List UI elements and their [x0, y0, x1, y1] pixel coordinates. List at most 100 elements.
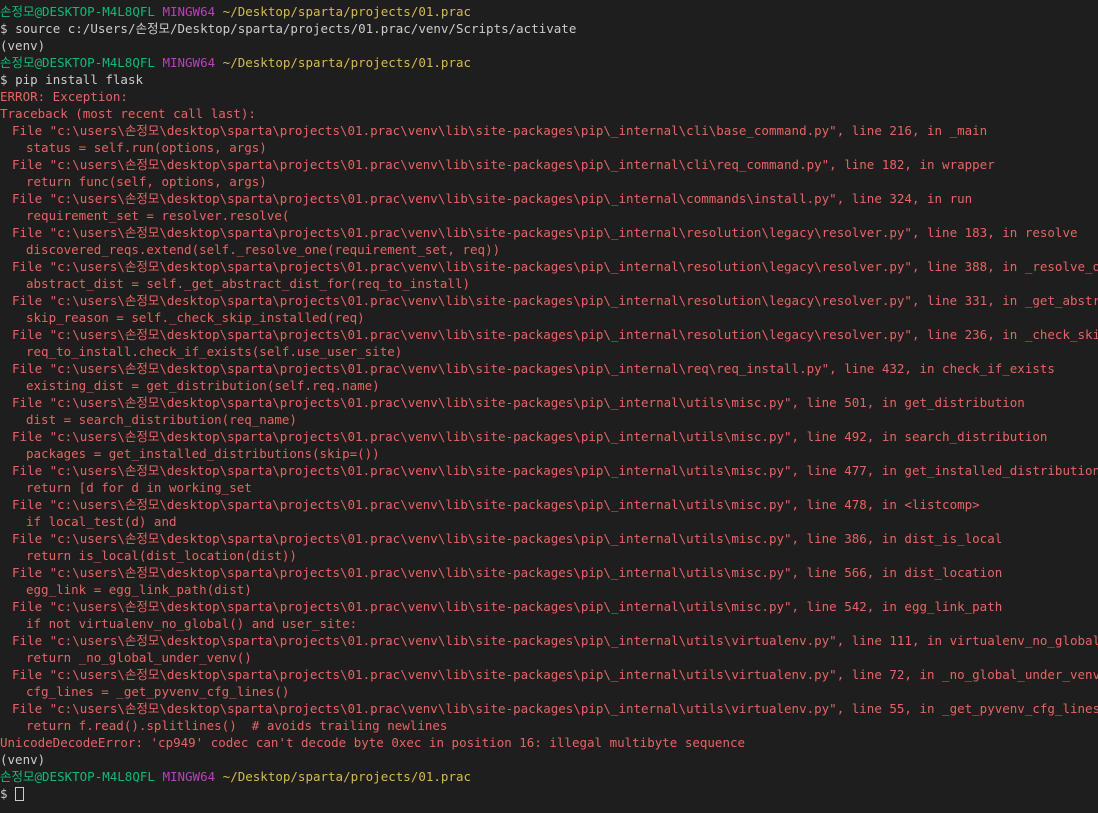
traceback-code-line: dist = search_distribution(req_name) — [0, 411, 1098, 428]
traceback-code-line: abstract_dist = self._get_abstract_dist_… — [0, 275, 1098, 292]
traceback-code-text: existing_dist = get_distribution(self.re… — [26, 378, 380, 393]
text-cursor[interactable] — [15, 787, 25, 801]
prompt-cwd: ~/Desktop/sparta/projects/01.prac — [222, 4, 472, 19]
traceback-file-line: File "c:\users\손정모\desktop\sparta\projec… — [0, 122, 1098, 139]
traceback-file-text: File "c:\users\손정모\desktop\sparta\projec… — [12, 123, 988, 138]
traceback-code-text: return _no_global_under_venv() — [26, 650, 252, 665]
traceback-code-text: return is_local(dist_location(dist)) — [26, 548, 297, 563]
terminal-window[interactable]: 손정모@DESKTOP-M4L8QFL MINGW64 ~/Desktop/sp… — [0, 0, 1098, 813]
traceback-file-line: File "c:\users\손정모\desktop\sparta\projec… — [0, 292, 1098, 309]
traceback-file-text: File "c:\users\손정모\desktop\sparta\projec… — [12, 327, 1098, 342]
traceback-code-text: egg_link = egg_link_path(dist) — [26, 582, 252, 597]
traceback-code-text: abstract_dist = self._get_abstract_dist_… — [26, 276, 471, 291]
traceback-code-line: status = self.run(options, args) — [0, 139, 1098, 156]
traceback-file-line: File "c:\users\손정모\desktop\sparta\projec… — [0, 360, 1098, 377]
traceback-file-line: File "c:\users\손정모\desktop\sparta\projec… — [0, 700, 1098, 717]
traceback-file-line: File "c:\users\손정모\desktop\sparta\projec… — [0, 394, 1098, 411]
prompt-msystem: MINGW64 — [162, 55, 216, 70]
traceback-file-line: File "c:\users\손정모\desktop\sparta\projec… — [0, 632, 1098, 649]
traceback-code-text: if not virtualenv_no_global() and user_s… — [26, 616, 358, 631]
traceback-file-line: File "c:\users\손정모\desktop\sparta\projec… — [0, 496, 1098, 513]
traceback-code-line: req_to_install.check_if_exists(self.use_… — [0, 343, 1098, 360]
error-header: ERROR: Exception: — [0, 89, 128, 104]
traceback-file-line: File "c:\users\손정모\desktop\sparta\projec… — [0, 326, 1098, 343]
traceback-file-line: File "c:\users\손정모\desktop\sparta\projec… — [0, 224, 1098, 241]
traceback-file-line: File "c:\users\손정모\desktop\sparta\projec… — [0, 428, 1098, 445]
traceback-file-line: File "c:\users\손정모\desktop\sparta\projec… — [0, 666, 1098, 683]
venv-indicator: (venv) — [0, 752, 46, 767]
traceback-code-text: status = self.run(options, args) — [26, 140, 267, 155]
traceback-code-line: return [d for d in working_set — [0, 479, 1098, 496]
traceback-title: Traceback (most recent call last): — [0, 106, 256, 121]
traceback-code-text: discovered_reqs.extend(self._resolve_one… — [26, 242, 501, 257]
prompt-user-host: 손정모@DESKTOP-M4L8QFL — [0, 55, 155, 70]
traceback-file-line: File "c:\users\손정모\desktop\sparta\projec… — [0, 530, 1098, 547]
traceback-code-line: return _no_global_under_venv() — [0, 649, 1098, 666]
traceback-file-line: File "c:\users\손정모\desktop\sparta\projec… — [0, 598, 1098, 615]
traceback-code-line: egg_link = egg_link_path(dist) — [0, 581, 1098, 598]
command-line: $ pip install flask — [0, 71, 1098, 88]
traceback-code-line: requirement_set = resolver.resolve( — [0, 207, 1098, 224]
command-line: $ source c:/Users/손정모/Desktop/sparta/pro… — [0, 20, 1098, 37]
prompt-symbol: $ — [0, 786, 8, 801]
traceback-file-text: File "c:\users\손정모\desktop\sparta\projec… — [12, 633, 1098, 648]
prompt-user-host: 손정모@DESKTOP-M4L8QFL — [0, 4, 155, 19]
prompt-symbol: $ — [0, 72, 8, 87]
traceback-file-text: File "c:\users\손정모\desktop\sparta\projec… — [12, 565, 1003, 580]
traceback-file-line: File "c:\users\손정모\desktop\sparta\projec… — [0, 462, 1098, 479]
traceback-code-text: return f.read().splitlines() # avoids tr… — [26, 718, 448, 733]
traceback-file-text: File "c:\users\손정모\desktop\sparta\projec… — [12, 191, 973, 206]
traceback-code-line: packages = get_installed_distributions(s… — [0, 445, 1098, 462]
traceback-code-text: skip_reason = self._check_skip_installed… — [26, 310, 365, 325]
prompt-line: 손정모@DESKTOP-M4L8QFL MINGW64 ~/Desktop/sp… — [0, 54, 1098, 71]
input-line[interactable]: $ — [0, 785, 1098, 802]
traceback-code-line: return f.read().splitlines() # avoids tr… — [0, 717, 1098, 734]
traceback-code-text: packages = get_installed_distributions(s… — [26, 446, 380, 461]
traceback-file-text: File "c:\users\손정모\desktop\sparta\projec… — [12, 361, 1055, 376]
command-text: source c:/Users/손정모/Desktop/sparta/proje… — [15, 21, 577, 36]
traceback-code-line: cfg_lines = _get_pyvenv_cfg_lines() — [0, 683, 1098, 700]
traceback-file-text: File "c:\users\손정모\desktop\sparta\projec… — [12, 429, 1048, 444]
prompt-cwd: ~/Desktop/sparta/projects/01.prac — [222, 769, 472, 784]
prompt-symbol: $ — [0, 21, 8, 36]
prompt-user-host: 손정모@DESKTOP-M4L8QFL — [0, 769, 155, 784]
traceback-file-line: File "c:\users\손정모\desktop\sparta\projec… — [0, 564, 1098, 581]
traceback-file-text: File "c:\users\손정모\desktop\sparta\projec… — [12, 667, 1098, 682]
error-final: UnicodeDecodeError: 'cp949' codec can't … — [0, 735, 746, 750]
prompt-msystem: MINGW64 — [162, 4, 216, 19]
traceback-file-text: File "c:\users\손정모\desktop\sparta\projec… — [12, 157, 995, 172]
traceback-code-line: if local_test(d) and — [0, 513, 1098, 530]
traceback-code-text: if local_test(d) and — [26, 514, 177, 529]
traceback-file-text: File "c:\users\손정모\desktop\sparta\projec… — [12, 293, 1098, 308]
traceback-code-line: discovered_reqs.extend(self._resolve_one… — [0, 241, 1098, 258]
traceback-code-line: return is_local(dist_location(dist)) — [0, 547, 1098, 564]
traceback-frames: File "c:\users\손정모\desktop\sparta\projec… — [0, 122, 1098, 734]
traceback-code-line: existing_dist = get_distribution(self.re… — [0, 377, 1098, 394]
traceback-file-text: File "c:\users\손정모\desktop\sparta\projec… — [12, 395, 1025, 410]
traceback-file-text: File "c:\users\손정모\desktop\sparta\projec… — [12, 225, 1078, 240]
traceback-file-text: File "c:\users\손정모\desktop\sparta\projec… — [12, 497, 980, 512]
traceback-file-text: File "c:\users\손정모\desktop\sparta\projec… — [12, 531, 1003, 546]
traceback-code-text: cfg_lines = _get_pyvenv_cfg_lines() — [26, 684, 290, 699]
prompt-line: 손정모@DESKTOP-M4L8QFL MINGW64 ~/Desktop/sp… — [0, 3, 1098, 20]
traceback-file-line: File "c:\users\손정모\desktop\sparta\projec… — [0, 156, 1098, 173]
traceback-file-text: File "c:\users\손정모\desktop\sparta\projec… — [12, 259, 1098, 274]
traceback-code-line: if not virtualenv_no_global() and user_s… — [0, 615, 1098, 632]
venv-indicator: (venv) — [0, 38, 46, 53]
traceback-code-text: return [d for d in working_set — [26, 480, 252, 495]
traceback-code-text: dist = search_distribution(req_name) — [26, 412, 297, 427]
prompt-line: 손정모@DESKTOP-M4L8QFL MINGW64 ~/Desktop/sp… — [0, 768, 1098, 785]
traceback-code-line: skip_reason = self._check_skip_installed… — [0, 309, 1098, 326]
traceback-file-text: File "c:\users\손정모\desktop\sparta\projec… — [12, 463, 1098, 478]
prompt-cwd: ~/Desktop/sparta/projects/01.prac — [222, 55, 472, 70]
traceback-code-text: return func(self, options, args) — [26, 174, 267, 189]
traceback-code-text: requirement_set = resolver.resolve( — [26, 208, 290, 223]
traceback-file-text: File "c:\users\손정모\desktop\sparta\projec… — [12, 599, 1003, 614]
traceback-file-line: File "c:\users\손정모\desktop\sparta\projec… — [0, 258, 1098, 275]
traceback-code-text: req_to_install.check_if_exists(self.use_… — [26, 344, 403, 359]
prompt-msystem: MINGW64 — [162, 769, 216, 784]
traceback-file-text: File "c:\users\손정모\desktop\sparta\projec… — [12, 701, 1098, 716]
traceback-file-line: File "c:\users\손정모\desktop\sparta\projec… — [0, 190, 1098, 207]
traceback-code-line: return func(self, options, args) — [0, 173, 1098, 190]
command-text: pip install flask — [15, 72, 143, 87]
